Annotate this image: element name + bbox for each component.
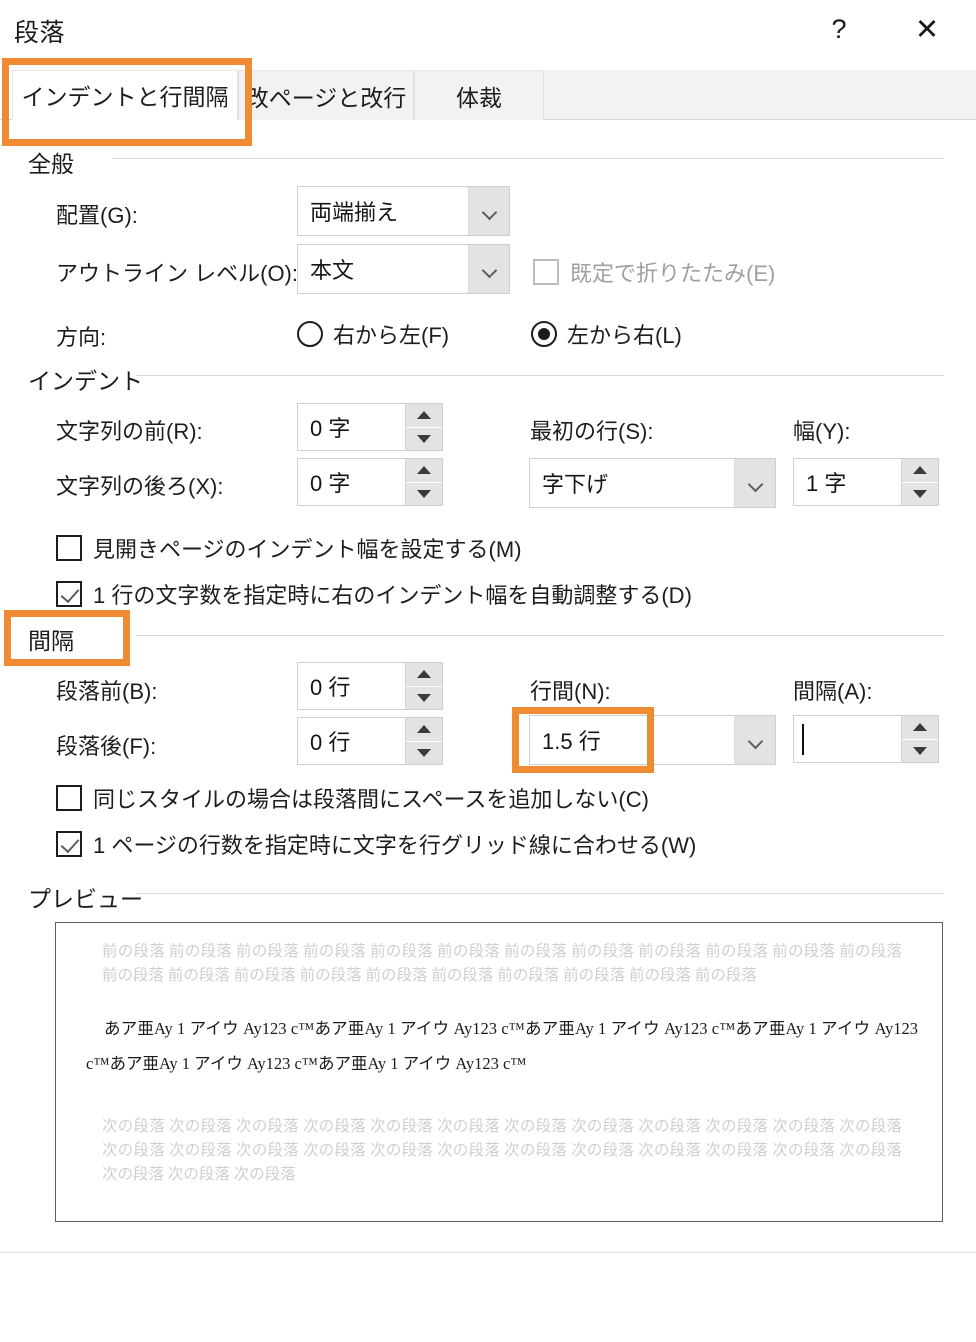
radio-circle (531, 321, 557, 347)
checkbox-auto-adjust-right-indent[interactable]: 1 行の文字数を指定時に右のインデント幅を自動調整する(D) (56, 578, 692, 610)
checkbox-label: 同じスタイルの場合は段落間にスペースを追加しない(C) (93, 787, 649, 812)
chevron-down-icon[interactable] (468, 187, 509, 235)
outline-level-combo-value: 本文 (310, 258, 355, 283)
label-space-after: 段落後(F): (56, 734, 157, 759)
dialog-title-bar: 段落 ? ✕ (0, 0, 976, 58)
stepper-buttons[interactable] (405, 718, 442, 764)
tab-line-and-page-breaks[interactable]: 改ページと改行 (238, 70, 414, 120)
checkbox-box (56, 785, 82, 811)
label-spacing-at: 間隔(A): (793, 679, 873, 704)
stepper-down-icon[interactable] (406, 686, 442, 709)
indent-width-stepper[interactable]: 1 字 (793, 458, 939, 506)
stepper-up-icon[interactable] (902, 459, 938, 483)
alignment-combo-value: 両端揃え (310, 200, 399, 225)
label-direction: 方向: (56, 325, 107, 350)
stepper-buttons[interactable] (901, 716, 938, 762)
stepper-buttons[interactable] (405, 459, 442, 505)
group-rule-spacing (136, 635, 944, 636)
checkbox-mirror-indents[interactable]: 見開きページのインデント幅を設定する(M) (56, 532, 522, 564)
stepper-up-icon[interactable] (406, 718, 442, 742)
checkbox-no-space-same-style[interactable]: 同じスタイルの場合は段落間にスペースを追加しない(C) (56, 782, 649, 814)
line-spacing-combo-value: 1.5 行 (542, 729, 601, 754)
indent-after-text-value: 0 字 (310, 471, 351, 496)
preview-before-text: 前の段落 前の段落 前の段落 前の段落 前の段落 前の段落 前の段落 前の段落 … (102, 943, 902, 984)
checkbox-box (533, 259, 559, 285)
alignment-combo[interactable]: 両端揃え (297, 186, 510, 236)
space-before-value: 0 行 (310, 675, 351, 700)
stepper-buttons[interactable] (405, 404, 442, 450)
preview-after-text: 次の段落 次の段落 次の段落 次の段落 次の段落 次の段落 次の段落 次の段落 … (102, 1118, 902, 1183)
checkbox-label: 既定で折りたたみ(E) (570, 261, 776, 286)
line-spacing-combo[interactable]: 1.5 行 (529, 715, 776, 765)
checkbox-snap-to-grid[interactable]: 1 ページの行数を指定時に文字を行グリッド線に合わせる(W) (56, 828, 696, 860)
text-cursor (802, 724, 804, 755)
group-label-preview: プレビュー (28, 886, 143, 912)
tab-indent-and-spacing[interactable]: インデントと行間隔 (12, 70, 238, 120)
preview-panel: 前の段落 前の段落 前の段落 前の段落 前の段落 前の段落 前の段落 前の段落 … (55, 922, 943, 1222)
page-title: 段落 (14, 19, 66, 47)
group-rule-general (112, 158, 944, 159)
radio-left-to-right[interactable]: 左から右(L) (531, 318, 682, 350)
spacing-at-stepper[interactable] (793, 715, 939, 763)
group-rule-preview (136, 893, 944, 894)
stepper-down-icon[interactable] (902, 739, 938, 762)
group-rule-indent (136, 375, 944, 376)
space-after-value: 0 行 (310, 730, 351, 755)
outline-level-combo[interactable]: 本文 (297, 244, 510, 294)
label-first-line: 最初の行(S): (530, 419, 654, 444)
close-icon[interactable]: ✕ (900, 8, 954, 50)
stepper-buttons[interactable] (901, 459, 938, 505)
indent-width-value: 1 字 (806, 471, 847, 496)
stepper-up-icon[interactable] (902, 716, 938, 740)
label-indent-before-text: 文字列の前(R): (56, 419, 203, 444)
radio-right-to-left[interactable]: 右から左(F) (297, 318, 449, 350)
chevron-down-icon[interactable] (734, 459, 775, 507)
stepper-down-icon[interactable] (902, 482, 938, 505)
indent-after-text-stepper[interactable]: 0 字 (297, 458, 443, 506)
stepper-up-icon[interactable] (406, 459, 442, 483)
stepper-down-icon[interactable] (406, 741, 442, 764)
checkbox-box (56, 535, 82, 561)
label-line-spacing: 行間(N): (530, 679, 611, 704)
first-line-combo[interactable]: 字下げ (529, 458, 776, 508)
first-line-combo-value: 字下げ (542, 472, 609, 497)
checkbox-label: 見開きページのインデント幅を設定する(M) (93, 537, 522, 562)
checkbox-collapsed-by-default: 既定で折りたたみ(E) (533, 256, 775, 288)
preview-sample-text: あア亜Ay 1 アイウ Ay123 c™あア亜Ay 1 アイウ Ay123 c™… (86, 1019, 918, 1073)
chevron-down-icon[interactable] (734, 716, 775, 764)
paragraph-dialog: 段落 ? ✕ インデントと行間隔 改ページと改行 体裁 全般 配置(G): 両端… (0, 0, 976, 1342)
group-label-indent: インデント (28, 368, 143, 394)
label-outline-level: アウトライン レベル(O): (56, 261, 298, 286)
tab-strip-filler (544, 70, 976, 120)
indent-before-text-stepper[interactable]: 0 字 (297, 403, 443, 451)
tab-asian-typography[interactable]: 体裁 (414, 70, 544, 120)
checkbox-label: 1 行の文字数を指定時に右のインデント幅を自動調整する(D) (93, 583, 692, 608)
stepper-down-icon[interactable] (406, 482, 442, 505)
label-indent-width: 幅(Y): (793, 419, 851, 444)
stepper-up-icon[interactable] (406, 663, 442, 687)
space-before-stepper[interactable]: 0 行 (297, 662, 443, 710)
checkbox-box (56, 581, 82, 607)
radio-circle (297, 321, 323, 347)
label-space-before: 段落前(B): (56, 679, 158, 704)
group-label-spacing: 間隔 (28, 628, 74, 654)
stepper-down-icon[interactable] (406, 427, 442, 450)
label-indent-after-text: 文字列の後ろ(X): (56, 474, 224, 499)
radio-label: 左から右(L) (567, 323, 682, 348)
bottom-button-bar: タブ設定(T)... 既定に設定(D) OK キャンセル (0, 1253, 976, 1342)
checkbox-label: 1 ページの行数を指定時に文字を行グリッド線に合わせる(W) (93, 833, 697, 858)
label-alignment: 配置(G): (56, 203, 138, 228)
radio-label: 右から左(F) (333, 323, 450, 348)
indent-before-text-value: 0 字 (310, 416, 351, 441)
checkbox-box (56, 831, 82, 857)
space-after-stepper[interactable]: 0 行 (297, 717, 443, 765)
stepper-buttons[interactable] (405, 663, 442, 709)
stepper-up-icon[interactable] (406, 404, 442, 428)
chevron-down-icon[interactable] (468, 245, 509, 293)
help-icon[interactable]: ? (812, 8, 866, 50)
spacing-at-value (794, 716, 901, 762)
group-label-general: 全般 (28, 151, 74, 177)
